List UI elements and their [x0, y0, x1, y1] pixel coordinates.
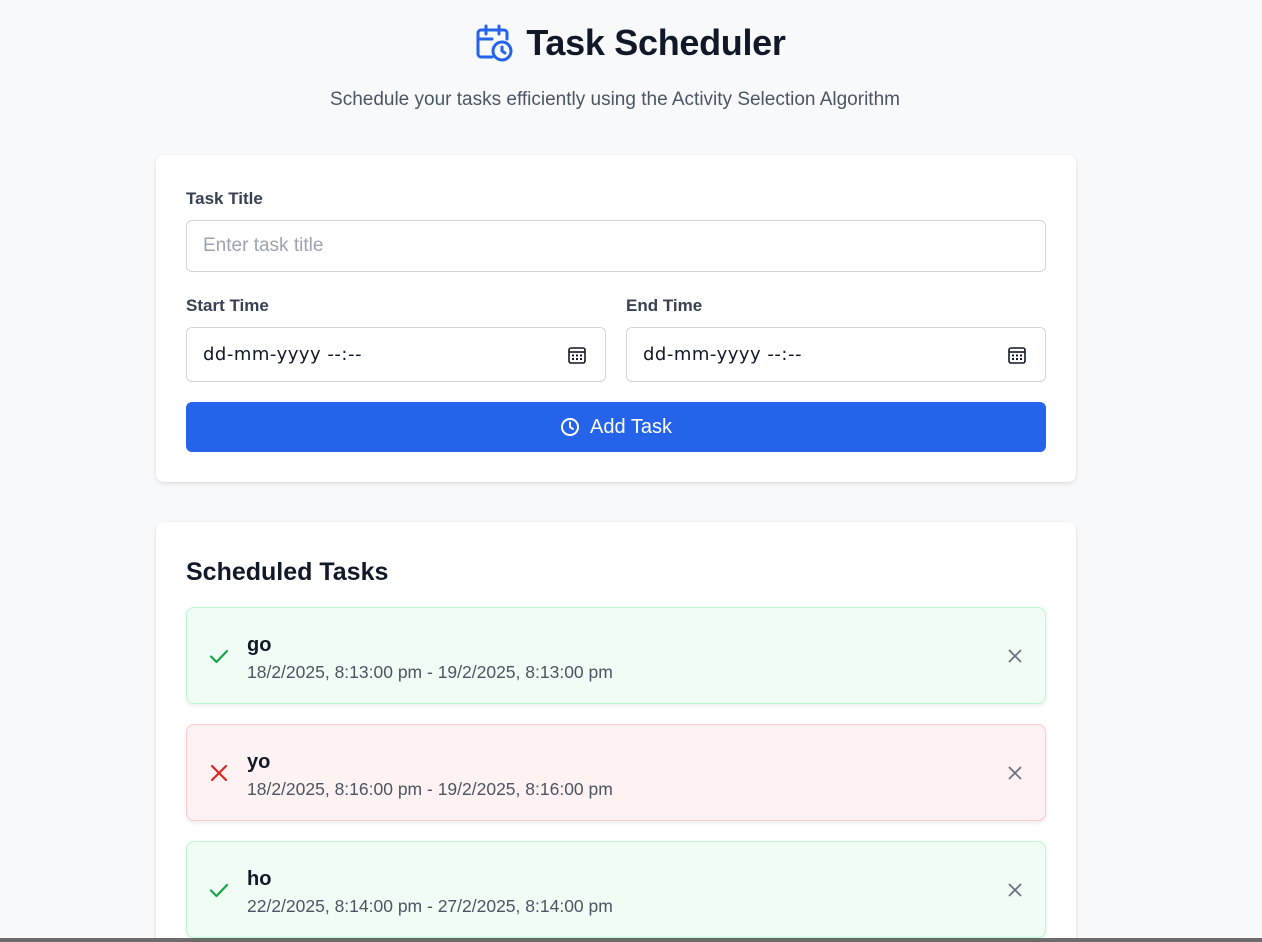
page: Task Scheduler Schedule your tasks effic…: [0, 0, 1262, 942]
calendar-icon[interactable]: [1007, 345, 1027, 365]
add-task-label: Add Task: [590, 415, 672, 438]
clock-icon: [560, 417, 580, 437]
page-subtitle: Schedule your tasks efficiently using th…: [330, 89, 900, 110]
task-time: 18/2/2025, 8:13:00 pm - 19/2/2025, 8:13:…: [247, 662, 613, 682]
x-icon: [208, 762, 230, 784]
start-time-input[interactable]: dd-mm-yyyy --:--: [186, 327, 606, 382]
close-icon[interactable]: [1005, 646, 1025, 666]
task-form-card: Task Title Enter task title Start Time d…: [156, 155, 1076, 482]
calendar-icon[interactable]: [567, 345, 587, 365]
end-time-value: dd-mm-yyyy --:--: [643, 344, 802, 365]
task-name: go: [247, 634, 272, 656]
task-time: 22/2/2025, 8:14:00 pm - 27/2/2025, 8:14:…: [247, 896, 613, 916]
start-time-value: dd-mm-yyyy --:--: [203, 344, 362, 365]
window-bottom-edge: [0, 938, 1262, 942]
task-name: ho: [247, 868, 272, 890]
end-time-input[interactable]: dd-mm-yyyy --:--: [626, 327, 1046, 382]
task-item: yo 18/2/2025, 8:16:00 pm - 19/2/2025, 8:…: [186, 724, 1046, 821]
task-item: go 18/2/2025, 8:13:00 pm - 19/2/2025, 8:…: [186, 607, 1046, 704]
page-title: Task Scheduler: [526, 22, 786, 63]
task-title-label: Task Title: [186, 189, 263, 208]
scheduled-tasks-title: Scheduled Tasks: [186, 558, 389, 586]
task-time: 18/2/2025, 8:16:00 pm - 19/2/2025, 8:16:…: [247, 779, 613, 799]
task-name: yo: [247, 751, 271, 773]
close-icon[interactable]: [1005, 763, 1025, 783]
check-icon: [208, 645, 230, 667]
calendar-clock-icon: [476, 23, 514, 63]
end-time-label: End Time: [626, 296, 703, 315]
close-icon[interactable]: [1005, 880, 1025, 900]
task-title-placeholder: Enter task title: [203, 235, 324, 256]
header: Task Scheduler: [0, 22, 1262, 64]
task-item: ho 22/2/2025, 8:14:00 pm - 27/2/2025, 8:…: [186, 841, 1046, 938]
start-time-label: Start Time: [186, 296, 269, 315]
scheduled-tasks-card: Scheduled Tasks go 18/2/2025, 8:13:00 pm…: [156, 522, 1076, 942]
add-task-button[interactable]: Add Task: [186, 402, 1046, 452]
task-title-input[interactable]: Enter task title: [186, 220, 1046, 272]
check-icon: [208, 879, 230, 901]
